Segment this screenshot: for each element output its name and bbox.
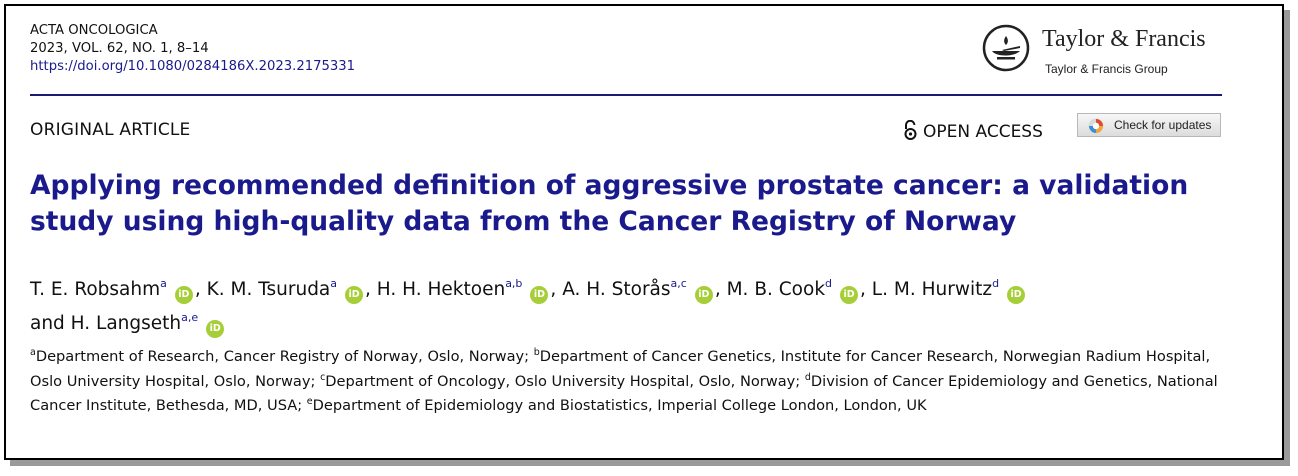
affiliations: aDepartment of Research, Cancer Registry… xyxy=(30,343,1230,417)
author-affiliation-sup[interactable]: a xyxy=(160,277,167,290)
author-affiliation-sup[interactable]: d xyxy=(992,277,999,290)
orcid-icon[interactable]: iD xyxy=(694,286,713,304)
orcid-icon[interactable]: iD xyxy=(174,286,193,304)
open-access-badge: OPEN ACCESS xyxy=(904,120,1043,142)
author: L. M. HurwitzdiD xyxy=(872,277,1027,304)
orcid-icon[interactable]: iD xyxy=(840,286,859,304)
orcid-icon[interactable]: iD xyxy=(345,286,364,304)
doi-link[interactable]: https://doi.org/10.1080/0284186X.2023.21… xyxy=(30,59,355,74)
author-affiliation-sup[interactable]: d xyxy=(825,277,832,290)
open-lock-icon xyxy=(904,120,917,140)
article-type: ORIGINAL ARTICLE xyxy=(30,120,191,140)
publisher-brand[interactable]: Taylor & Francis Taylor & Francis Group xyxy=(982,20,1222,84)
check-for-updates-button[interactable]: Check for updates xyxy=(1077,113,1221,137)
author: M. B. CookdiD, xyxy=(727,277,872,304)
orcid-icon[interactable]: iD xyxy=(206,320,225,338)
affiliation: eDepartment of Epidemiology and Biostati… xyxy=(306,396,927,414)
journal-name: ACTA ONCOLOGICA xyxy=(30,23,158,38)
check-for-updates-label: Check for updates xyxy=(1114,118,1212,132)
author: and H. Langsetha,eiD xyxy=(30,311,226,338)
lamp-logo-icon xyxy=(982,24,1030,72)
header-rule xyxy=(30,94,1222,96)
journal-volume: 2023, VOL. 62, NO. 1, 8–14 xyxy=(30,41,209,56)
publisher-name: Taylor & Francis xyxy=(1042,26,1206,52)
author: T. E. RobsahmaiD, xyxy=(30,277,207,304)
author: A. H. Storåsa,ciD, xyxy=(562,277,726,304)
author-affiliation-sup[interactable]: a,e xyxy=(181,311,198,324)
author: K. M. TsurudaaiD, xyxy=(207,277,377,304)
journal-info: ACTA ONCOLOGICA 2023, VOL. 62, NO. 1, 8–… xyxy=(30,22,355,76)
author-list: T. E. RobsahmaiD, K. M. TsurudaaiD, H. H… xyxy=(30,270,1230,338)
author-affiliation-sup[interactable]: a xyxy=(330,277,337,290)
orcid-icon[interactable]: iD xyxy=(530,286,549,304)
orcid-icon[interactable]: iD xyxy=(1007,286,1026,304)
author: H. H. Hektoena,biD, xyxy=(377,277,562,304)
article-title: Applying recommended definition of aggre… xyxy=(30,170,1189,237)
publisher-group: Taylor & Francis Group xyxy=(1045,62,1168,76)
crossmark-icon xyxy=(1088,118,1104,134)
open-access-label: OPEN ACCESS xyxy=(923,122,1043,142)
affiliation: aDepartment of Research, Cancer Registry… xyxy=(30,347,534,365)
affiliation: cDepartment of Oncology, Oslo University… xyxy=(320,371,805,390)
author-affiliation-sup[interactable]: a,c xyxy=(671,277,687,290)
author-affiliation-sup[interactable]: a,b xyxy=(505,277,522,290)
